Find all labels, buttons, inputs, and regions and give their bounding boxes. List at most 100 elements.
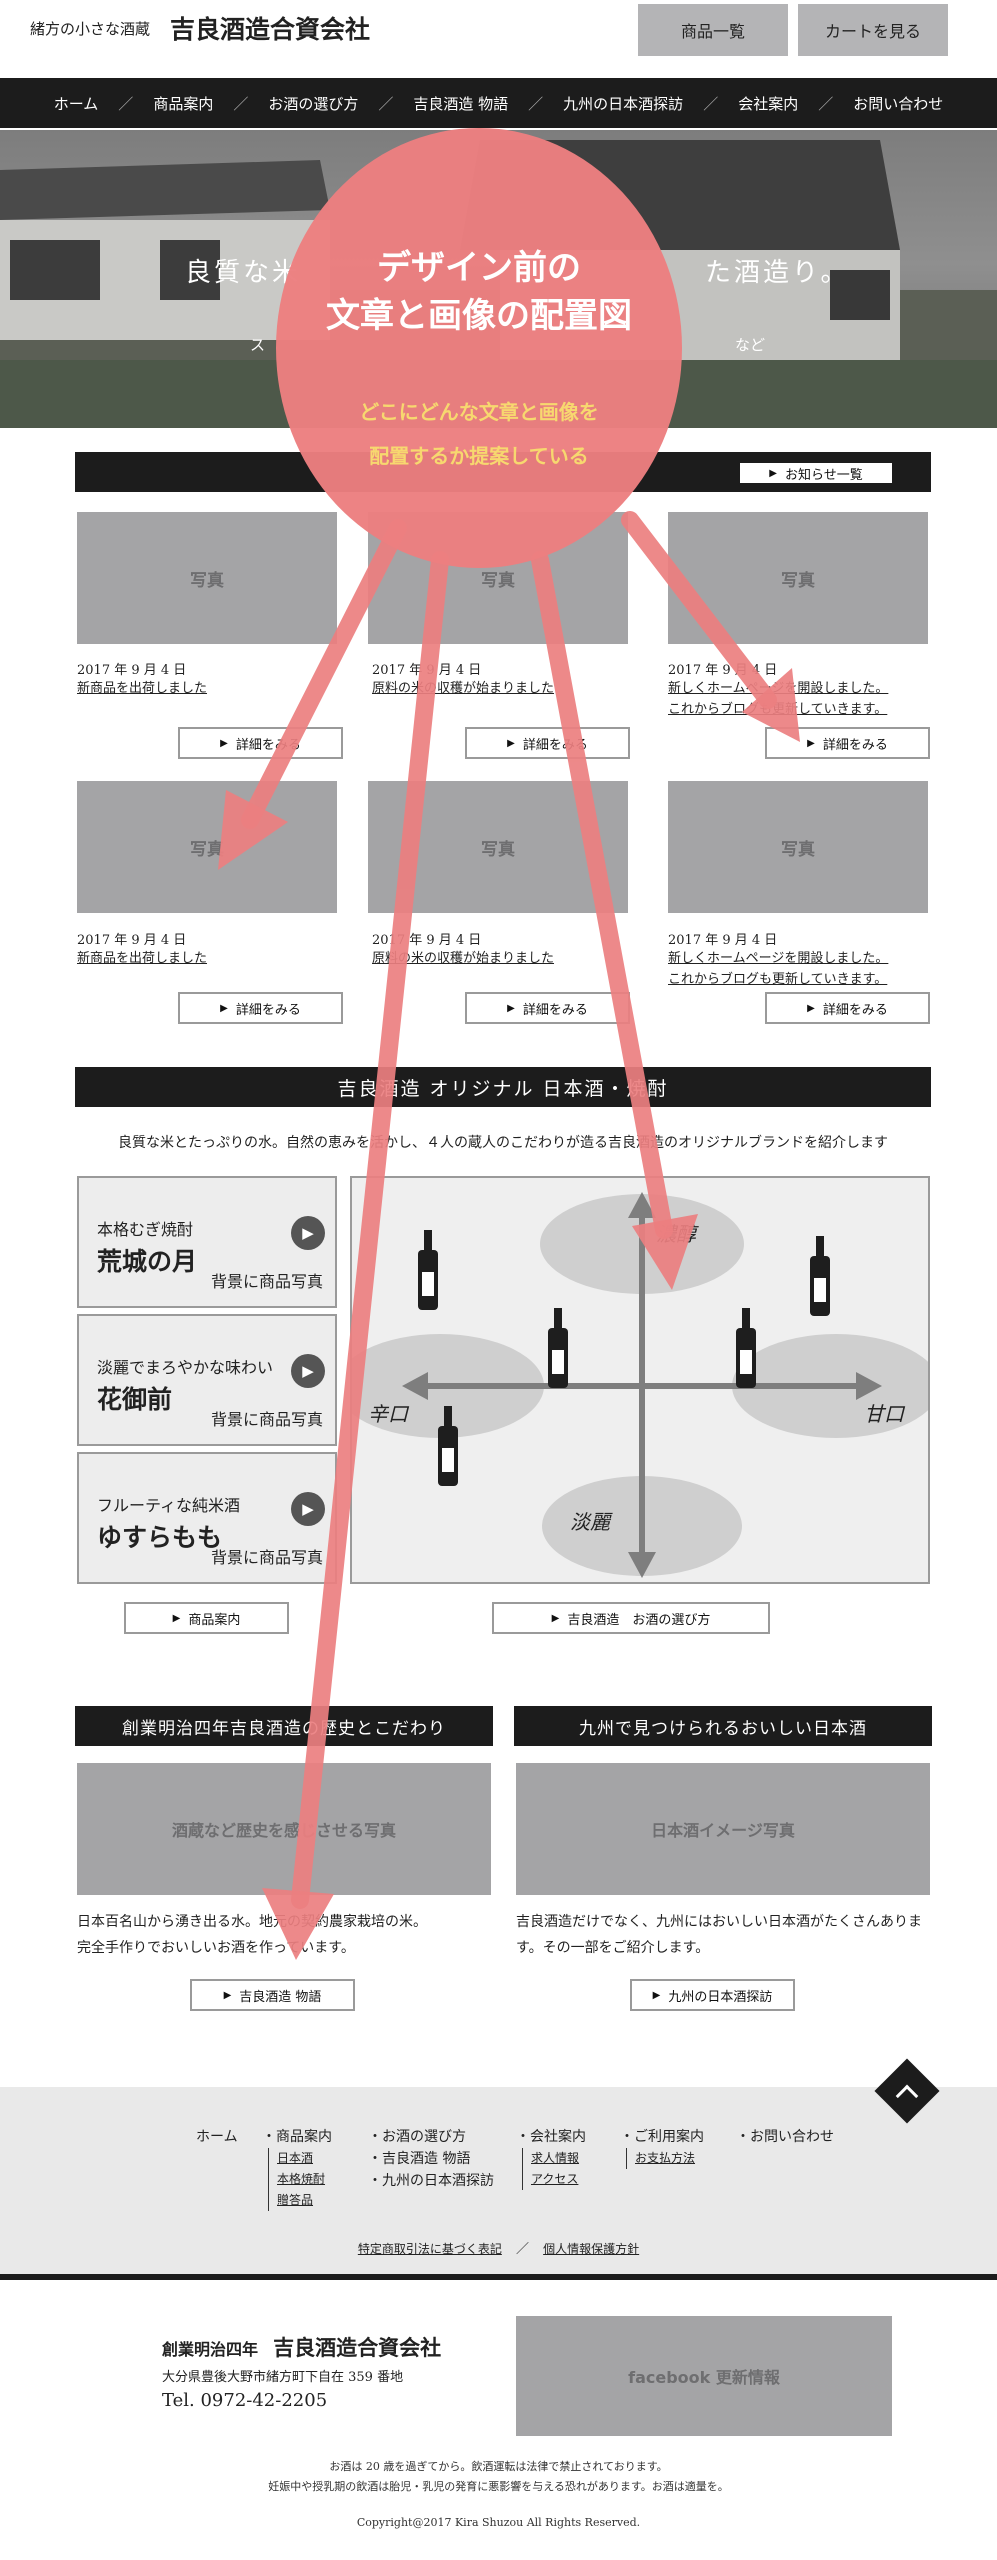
- news-title-line2: これからブログも更新していきます。: [668, 702, 888, 717]
- choose-guide-button[interactable]: ▶ 吉良酒造 お酒の選び方: [492, 1602, 770, 1634]
- kyushu-button[interactable]: ▶ 九州の日本酒探訪: [630, 1979, 795, 2011]
- footer-story[interactable]: ・吉良酒造 物語: [368, 2148, 494, 2170]
- detail-label: 詳細をみる: [822, 1002, 888, 1018]
- product-card[interactable]: フルーティな純米酒 ゆすらもも ▶ 背景に商品写真: [77, 1452, 337, 1584]
- footer-divider: [0, 2274, 997, 2280]
- news-link[interactable]: 原料の米の収穫が始まりました: [372, 948, 554, 969]
- legal-separator: ／: [515, 2242, 529, 2257]
- original-intro: 良質な米とたっぷりの水。自然の恵みを活かし、４人の蔵人のこだわりが造る吉良酒造の…: [118, 1135, 888, 1151]
- product-subtitle: 淡麗でまろやかな味わい: [97, 1358, 274, 1377]
- cart-button[interactable]: カートを見る: [798, 4, 948, 56]
- detail-label: 詳細をみる: [522, 1002, 588, 1018]
- history-text-line1: 日本百名山から湧き出る水。地元の契約農家栽培の米。: [77, 1914, 427, 1930]
- news-date: 2017 年 9 月 4 日: [77, 933, 187, 948]
- news-title: 新商品を出荷しました: [77, 951, 208, 966]
- taste-label-left: 辛口: [368, 1402, 408, 1426]
- footer-copyright: Copyright@2017 Kira Shuzou All Rights Re…: [356, 2516, 641, 2529]
- news-link[interactable]: 新商品を出荷しました: [77, 948, 207, 969]
- nav-separator: ／: [818, 94, 834, 113]
- product-list-button[interactable]: 商品一覧: [638, 4, 788, 56]
- triangle-right-icon: ▶: [507, 737, 515, 749]
- footer-contact[interactable]: ・お問い合わせ: [736, 2126, 834, 2148]
- nav-products[interactable]: 商品案内: [153, 93, 213, 114]
- nav-home[interactable]: ホーム: [54, 93, 99, 114]
- taste-map: 濃醇 淡麗 辛口 甘口: [350, 1176, 930, 1584]
- nav-contact[interactable]: お問い合わせ: [853, 93, 943, 114]
- news-photo: 写真: [77, 512, 337, 644]
- footer-link-label: 吉良酒造 物語: [382, 2151, 471, 2167]
- footer-tel: Tel. 0972-42-2205: [162, 2390, 328, 2411]
- nav-kyushu[interactable]: 九州の日本酒探訪: [563, 93, 683, 114]
- annotation-title-line1: デザイン前の: [377, 248, 581, 288]
- nav-choose[interactable]: お酒の選び方: [268, 93, 358, 114]
- triangle-right-icon: ▶: [220, 1002, 228, 1014]
- footer-sub-link[interactable]: 日本酒: [277, 2148, 332, 2169]
- annotation-subtitle: どこにどんな文章と画像を 配置するか提案している: [276, 390, 682, 478]
- news-detail-button[interactable]: ▶ 詳細をみる: [178, 727, 343, 759]
- news-link[interactable]: 新しくホームページを開設しました。 これからブログも更新していきます。: [668, 678, 888, 720]
- nav-company[interactable]: 会社案内: [738, 93, 798, 114]
- footer-col-4: ・ご利用案内 お支払方法: [620, 2126, 704, 2169]
- footer-sub-link[interactable]: 本格焼酎: [277, 2169, 332, 2190]
- triangle-right-icon: ▶: [551, 1612, 560, 1624]
- history-photo: 酒蔵など歴史を感じさせる写真: [77, 1763, 491, 1895]
- footer-home[interactable]: ホーム: [196, 2126, 238, 2148]
- footer-sub-link[interactable]: 贈答品: [277, 2190, 332, 2211]
- footer-col-2: ・お酒の選び方 ・吉良酒造 物語 ・九州の日本酒探訪: [368, 2126, 494, 2192]
- taste-label-bottom: 淡麗: [570, 1510, 610, 1534]
- footer-guide[interactable]: ・ご利用案内: [620, 2126, 704, 2148]
- footer-link-label: 会社案内: [530, 2129, 586, 2145]
- product-card[interactable]: 淡麗でまろやかな味わい 花御前 ▶ 背景に商品写真: [77, 1314, 337, 1446]
- news-detail-button[interactable]: ▶ 詳細をみる: [178, 992, 343, 1024]
- footer-link-label: 商品案内: [276, 2129, 332, 2145]
- play-circle-icon[interactable]: ▶: [291, 1216, 325, 1250]
- footer-sub-link[interactable]: 求人情報: [531, 2148, 586, 2169]
- nav-separator: ／: [233, 94, 249, 113]
- news-detail-button[interactable]: ▶ 詳細をみる: [465, 727, 630, 759]
- news-photo: 写真: [77, 781, 337, 913]
- news-link[interactable]: 新しくホームページを開設しました。 これからブログも更新していきます。: [668, 948, 888, 990]
- button-label: 九州の日本酒探訪: [668, 1989, 773, 2005]
- news-detail-button[interactable]: ▶ 詳細をみる: [765, 727, 930, 759]
- footer-kyushu[interactable]: ・九州の日本酒探訪: [368, 2170, 494, 2192]
- news-link[interactable]: 新商品を出荷しました: [77, 678, 207, 699]
- story-button[interactable]: ▶ 吉良酒造 物語: [190, 1979, 355, 2011]
- news-date: 2017 年 9 月 4 日: [372, 933, 482, 948]
- footer-sub-link[interactable]: アクセス: [531, 2169, 586, 2190]
- news-date: 2017 年 9 月 4 日: [77, 663, 187, 678]
- privacy-link[interactable]: 個人情報保護方針: [543, 2242, 639, 2256]
- detail-label: 詳細をみる: [822, 737, 888, 753]
- legal-link[interactable]: 特定商取引法に基づく表記: [358, 2242, 502, 2256]
- footer-choose[interactable]: ・お酒の選び方: [368, 2126, 494, 2148]
- news-title-line2: これからブログも更新していきます。: [668, 972, 888, 987]
- main-nav: ホーム ／ 商品案内 ／ お酒の選び方 ／ 吉良酒造 物語 ／ 九州の日本酒探訪…: [0, 78, 997, 128]
- company-logo[interactable]: 吉良酒造合資会社: [170, 10, 370, 46]
- triangle-right-icon: ▶: [807, 737, 815, 749]
- footer-company-sub: 求人情報 アクセス: [522, 2148, 586, 2190]
- detail-label: 詳細をみる: [235, 737, 301, 753]
- footer-products[interactable]: ・商品案内: [262, 2126, 332, 2148]
- annotation-title: デザイン前の 文章と画像の配置図: [276, 244, 682, 340]
- product-guide-button[interactable]: ▶ 商品案内: [124, 1602, 289, 1634]
- play-circle-icon[interactable]: ▶: [291, 1354, 325, 1388]
- footer-col-3: ・会社案内 求人情報 アクセス: [516, 2126, 586, 2190]
- footer-company[interactable]: ・会社案内: [516, 2126, 586, 2148]
- facebook-widget[interactable]: facebook 更新情報: [516, 2316, 892, 2436]
- footer-sub-link[interactable]: お支払方法: [635, 2148, 704, 2169]
- product-name: 荒城の月: [97, 1247, 198, 1276]
- nav-separator: ／: [528, 94, 544, 113]
- original-section-title: 吉良酒造 オリジナル 日本酒・焼酎: [75, 1067, 931, 1107]
- news-detail-button[interactable]: ▶ 詳細をみる: [765, 992, 930, 1024]
- news-date: 2017 年 9 月 4 日: [668, 933, 778, 948]
- annotation-title-line2: 文章と画像の配置図: [326, 296, 632, 336]
- product-card[interactable]: 本格むぎ焼酎 荒城の月 ▶ 背景に商品写真: [77, 1176, 337, 1308]
- play-circle-icon[interactable]: ▶: [291, 1492, 325, 1526]
- detail-label: 詳細をみる: [235, 1002, 301, 1018]
- news-link[interactable]: 原料の米の収穫が始まりました: [372, 678, 554, 699]
- nav-story[interactable]: 吉良酒造 物語: [413, 93, 508, 114]
- news-detail-button[interactable]: ▶ 詳細をみる: [465, 992, 630, 1024]
- triangle-right-icon: ▶: [769, 467, 777, 479]
- hero-subtext-left: ス: [250, 336, 266, 354]
- news-all-button[interactable]: ▶ お知らせ一覧: [740, 463, 892, 483]
- annotation-sub-line2: 配置するか提案している: [369, 444, 589, 468]
